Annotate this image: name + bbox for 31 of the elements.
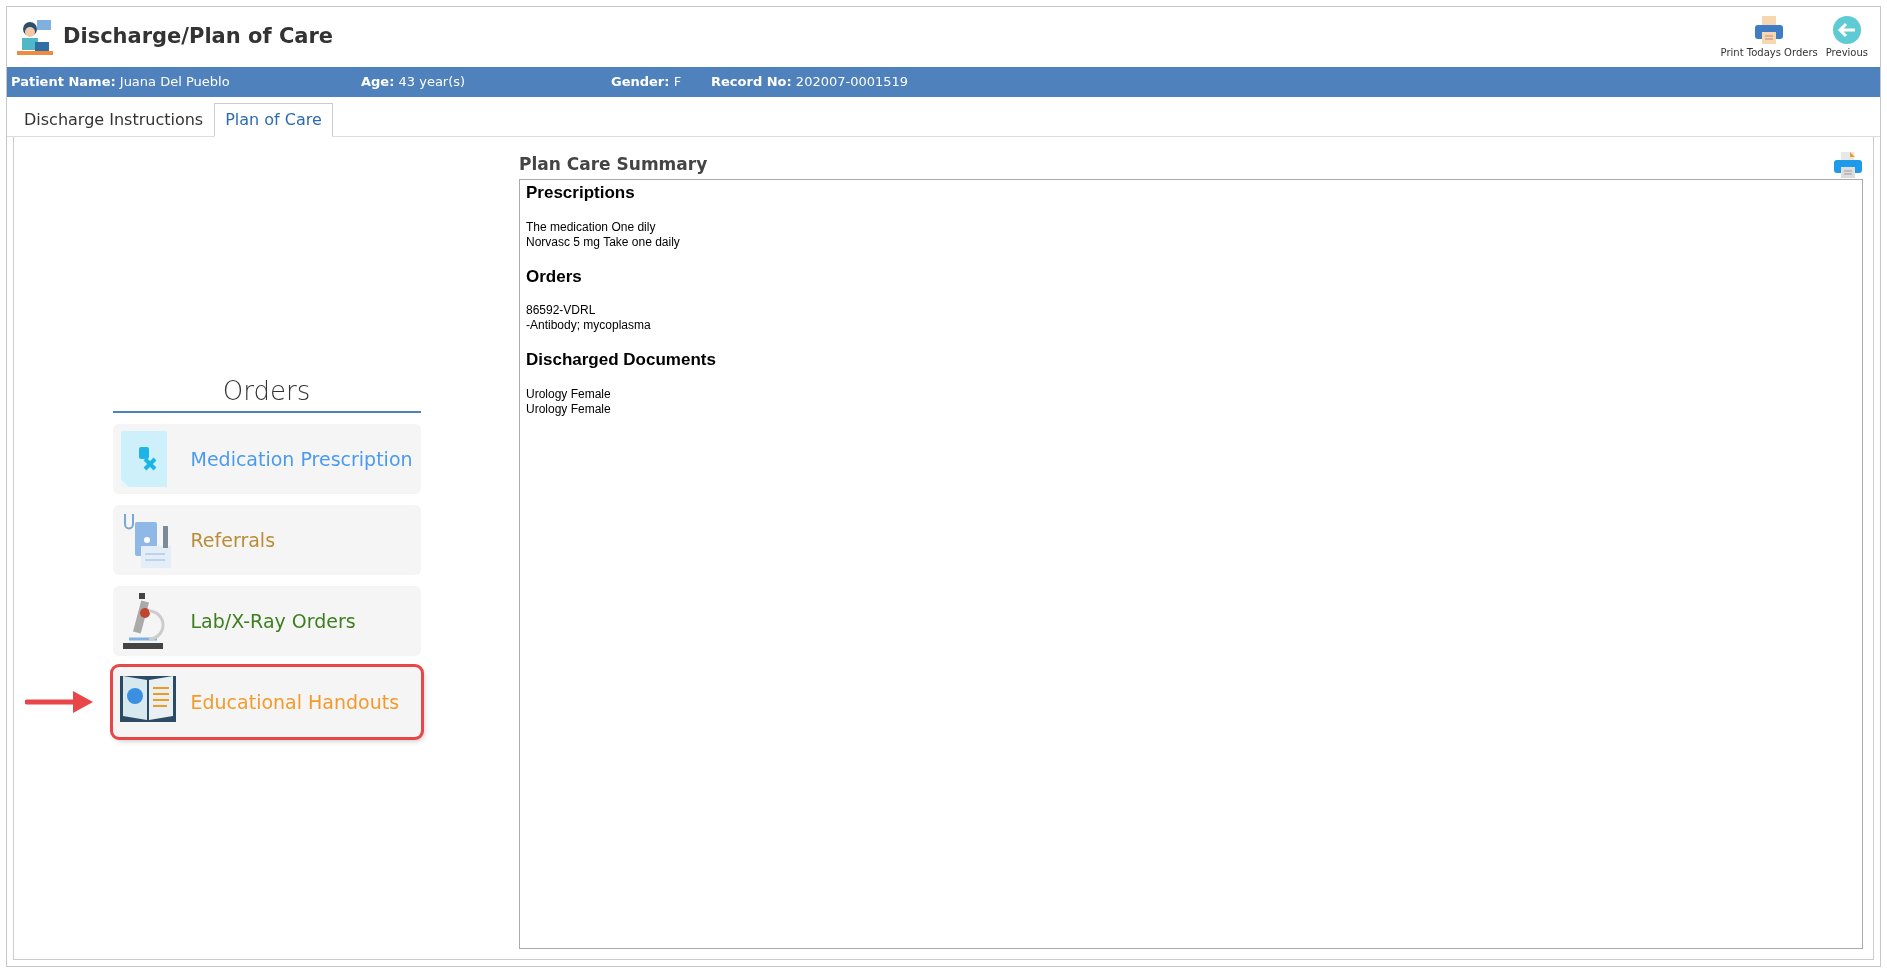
summary-line: Urology Female	[526, 386, 612, 402]
print-button[interactable]	[1833, 151, 1863, 179]
section-heading: Orders	[526, 265, 583, 288]
field-label: Record No:	[711, 74, 792, 90]
nurse-at-desk-icon	[15, 17, 55, 57]
page-title: Discharge/Plan of Care	[63, 23, 334, 51]
order-option-button[interactable]: Lab/X-Ray Orders	[112, 586, 421, 656]
section-heading: Prescriptions	[526, 182, 636, 204]
tab[interactable]: Discharge Instructions	[13, 103, 215, 137]
field-value: 202007-0001519	[795, 74, 909, 90]
field-value: F	[673, 74, 682, 90]
summary-title: Plan Care Summary	[519, 153, 708, 177]
printer-button[interactable]: Print Todays Orders	[1716, 14, 1822, 60]
field-label: Gender:	[611, 74, 670, 90]
field-value: Juana Del Pueblo	[119, 74, 230, 90]
summary-line: 86592-VDRL	[526, 303, 597, 318]
summary-line: Urology Female	[526, 401, 612, 417]
pointer-arrow	[24, 690, 95, 714]
back-arrow-button[interactable]: Previous	[1821, 14, 1872, 60]
printer-icon	[1833, 151, 1863, 179]
summary-line: The medication One dily	[526, 219, 657, 235]
summary-line: Norvasc 5 mg Take one daily	[526, 234, 681, 250]
order-option-button[interactable]: Referrals	[112, 505, 421, 575]
field-label: Age:	[361, 74, 395, 90]
summary-line: -Antibody; mycoplasma	[526, 318, 652, 333]
field-value: 43 year(s)	[398, 74, 466, 90]
section-heading: Discharged Documents	[526, 349, 717, 371]
field-label: Patient Name:	[11, 74, 116, 90]
printer-icon	[1753, 14, 1786, 45]
tab[interactable]: Plan of Care	[214, 103, 333, 137]
section-title: Orders	[112, 372, 421, 413]
